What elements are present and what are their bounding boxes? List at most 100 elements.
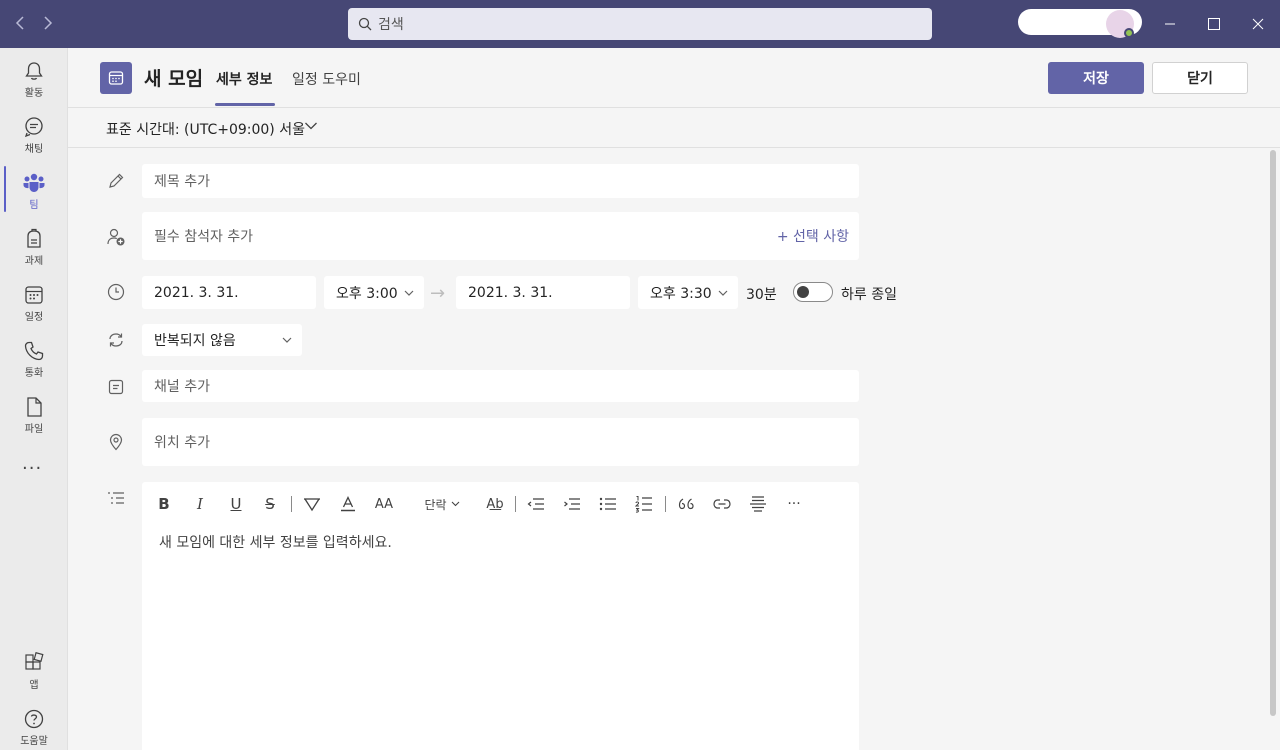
teams-icon: [23, 173, 45, 192]
rail-item-files[interactable]: 파일: [0, 392, 68, 444]
rail-item-teams[interactable]: 팀: [0, 168, 68, 220]
help-icon: [24, 709, 44, 729]
search-icon: [358, 17, 372, 31]
font-size-icon[interactable]: AA: [372, 494, 396, 514]
numbered-list-icon[interactable]: [634, 494, 654, 514]
search-input[interactable]: 검색: [348, 8, 932, 40]
assignments-icon: [27, 228, 41, 248]
rail-item-calls[interactable]: 통화: [0, 336, 68, 388]
strikethrough-icon[interactable]: S: [260, 494, 280, 514]
tab-details[interactable]: 세부 정보: [216, 69, 272, 89]
tab-scheduling-assistant[interactable]: 일정 도우미: [292, 69, 361, 89]
all-day-label: 하루 종일: [841, 287, 897, 303]
more-icon[interactable]: ···: [784, 494, 804, 514]
italic-icon[interactable]: I: [190, 494, 210, 514]
highlight-icon[interactable]: [302, 494, 322, 514]
repeat-value: 반복되지 않음: [154, 333, 236, 349]
meeting-header: 새 모임 세부 정보 일정 도우미 저장 닫기: [68, 48, 1280, 108]
chevron-down-icon: [404, 290, 414, 296]
start-time-dropdown[interactable]: 오후 3:00: [324, 276, 424, 309]
title-input[interactable]: 제목 추가: [142, 164, 859, 198]
location-icon: [106, 432, 126, 452]
end-time-value: 오후 3:30: [650, 285, 712, 302]
bullet-list-icon[interactable]: [598, 494, 618, 514]
link-icon[interactable]: [712, 494, 732, 514]
duration-label: 30분: [746, 287, 777, 303]
end-date-picker[interactable]: 2021. 3. 31.: [456, 276, 630, 309]
timezone-dropdown[interactable]: 표준 시간대: (UTC+09:00) 서울: [106, 119, 305, 139]
rail-label: 채팅: [24, 144, 44, 155]
maximize-icon[interactable]: [1202, 12, 1226, 36]
rail-label: 앱: [29, 680, 39, 691]
back-icon[interactable]: [8, 12, 32, 36]
file-icon: [27, 397, 42, 417]
details-list-icon: [106, 488, 126, 508]
forward-icon[interactable]: [36, 12, 60, 36]
rail-item-activity[interactable]: 활동: [0, 56, 68, 108]
channel-input[interactable]: 채널 추가: [142, 370, 859, 402]
page-title: 새 모임: [144, 68, 204, 90]
chevron-down-icon: [451, 501, 459, 507]
chevron-down-icon: [718, 290, 728, 296]
chevron-down-icon[interactable]: [304, 121, 318, 131]
underline-icon[interactable]: U: [226, 494, 246, 514]
arrow-right-icon: →: [430, 283, 446, 304]
start-time-value: 오후 3:00: [336, 285, 398, 302]
channel-placeholder: 채널 추가: [154, 379, 210, 395]
toggle-knob: [797, 286, 809, 298]
paragraph-label: 단락: [424, 497, 447, 512]
clear-format-icon[interactable]: A͟b: [484, 494, 506, 514]
location-placeholder: 위치 추가: [154, 435, 210, 451]
optional-attendees-link[interactable]: + 선택 사항: [777, 226, 849, 246]
chat-icon: [24, 117, 43, 138]
location-input[interactable]: 위치 추가: [142, 418, 859, 466]
quote-icon[interactable]: [676, 494, 696, 514]
end-date-value: 2021. 3. 31.: [468, 284, 553, 301]
rail-item-help[interactable]: 도움말: [0, 704, 68, 750]
attendees-placeholder: 필수 참석자 추가: [154, 229, 254, 245]
divider-icon[interactable]: [748, 494, 768, 514]
rail-item-calendar[interactable]: 일정: [0, 280, 68, 332]
attendees-input[interactable]: 필수 참석자 추가 + 선택 사항: [142, 212, 859, 260]
increase-indent-icon[interactable]: [562, 494, 582, 514]
paragraph-dropdown[interactable]: 단락: [420, 494, 464, 514]
close-button[interactable]: 닫기: [1152, 62, 1248, 94]
more-apps-icon[interactable]: ···: [22, 458, 42, 479]
apps-icon: [25, 652, 44, 670]
bold-icon[interactable]: B: [154, 494, 174, 514]
close-window-icon[interactable]: [1246, 12, 1270, 36]
rail-label: 일정: [24, 312, 44, 323]
save-button[interactable]: 저장: [1048, 62, 1144, 94]
title-placeholder: 제목 추가: [154, 174, 210, 190]
repeat-dropdown[interactable]: 반복되지 않음: [142, 324, 302, 356]
rail-item-apps[interactable]: 앱: [0, 648, 68, 700]
rail-label: 파일: [24, 424, 44, 435]
rich-text-editor[interactable]: B I U S AA 단락 A͟b ··· 새 모임에 대한 세부 정보를 입력…: [142, 482, 859, 750]
channel-icon: [106, 377, 126, 397]
toolbar-separator: [515, 496, 516, 512]
repeat-icon: [106, 330, 126, 350]
all-day-toggle[interactable]: [793, 282, 833, 302]
end-time-dropdown[interactable]: 오후 3:30: [638, 276, 738, 309]
toolbar-separator: [665, 496, 666, 512]
scrollbar[interactable]: [1270, 150, 1276, 716]
add-person-icon: [106, 227, 126, 247]
rail-label: 활동: [24, 88, 44, 99]
app-bar: 활동 채팅 팀 과제 일정 통화 파일 ··· 앱 도움말: [0, 48, 68, 750]
rail-label: 과제: [24, 256, 44, 267]
active-tab-indicator: [215, 103, 275, 106]
chevron-down-icon: [282, 337, 292, 343]
presence-status-icon: [1124, 28, 1134, 38]
rail-label: 통화: [24, 368, 44, 379]
minimize-icon[interactable]: [1158, 12, 1182, 36]
rail-item-chat[interactable]: 채팅: [0, 112, 68, 164]
rail-label: 도움말: [20, 736, 48, 747]
font-color-icon[interactable]: [338, 494, 358, 514]
phone-icon: [24, 341, 44, 361]
decrease-indent-icon[interactable]: [526, 494, 546, 514]
editor-placeholder: 새 모임에 대한 세부 정보를 입력하세요.: [159, 535, 392, 551]
rail-label: 팀: [29, 200, 39, 211]
rail-item-assignments[interactable]: 과제: [0, 224, 68, 276]
start-date-picker[interactable]: 2021. 3. 31.: [142, 276, 316, 309]
calendar-app-icon: [100, 62, 132, 94]
